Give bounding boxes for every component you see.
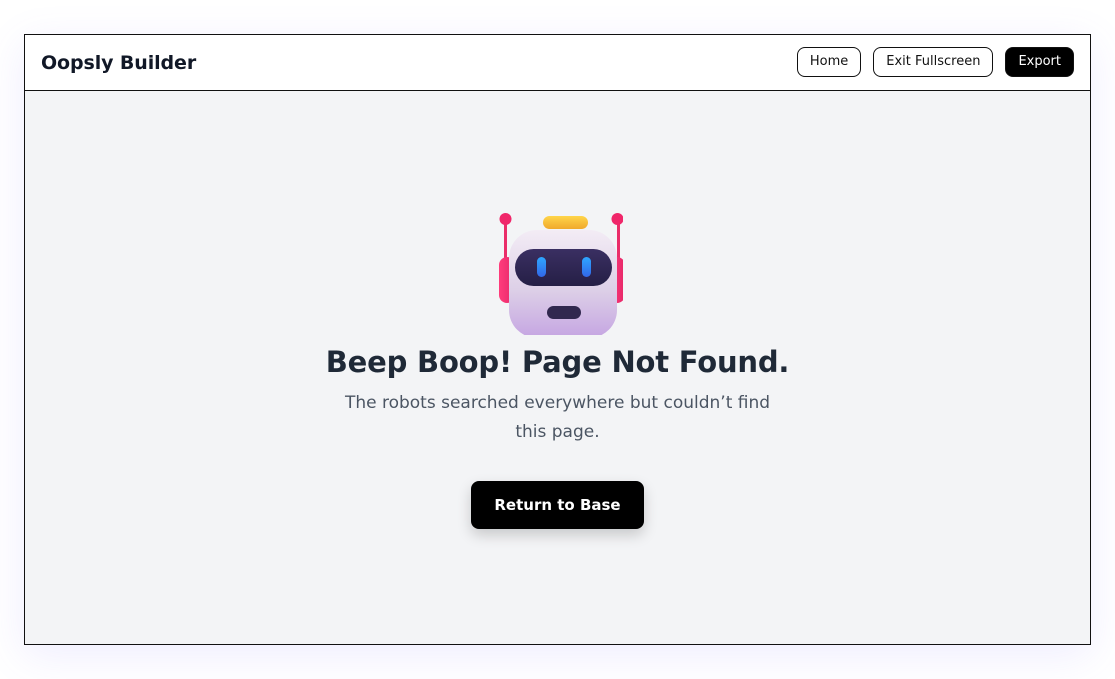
page: Oopsly Builder Home Exit Fullscreen Expo… — [0, 0, 1115, 679]
page-title: Beep Boop! Page Not Found. — [325, 345, 790, 379]
home-button[interactable]: Home — [796, 47, 862, 77]
not-found-content: Beep Boop! Page Not Found. The robots se… — [25, 91, 1090, 644]
exit-fullscreen-button[interactable]: Exit Fullscreen — [873, 47, 994, 77]
robot-icon — [498, 213, 623, 335]
app-window: Oopsly Builder Home Exit Fullscreen Expo… — [24, 34, 1091, 645]
export-button[interactable]: Export — [1005, 47, 1074, 77]
app-title: Oopsly Builder — [41, 52, 197, 74]
return-to-base-button[interactable]: Return to Base — [471, 481, 644, 529]
error-message: The robots searched everywhere but could… — [344, 393, 771, 442]
top-nav: Home Exit Fullscreen Export — [796, 47, 1074, 77]
top-bar: Oopsly Builder Home Exit Fullscreen Expo… — [25, 35, 1090, 91]
